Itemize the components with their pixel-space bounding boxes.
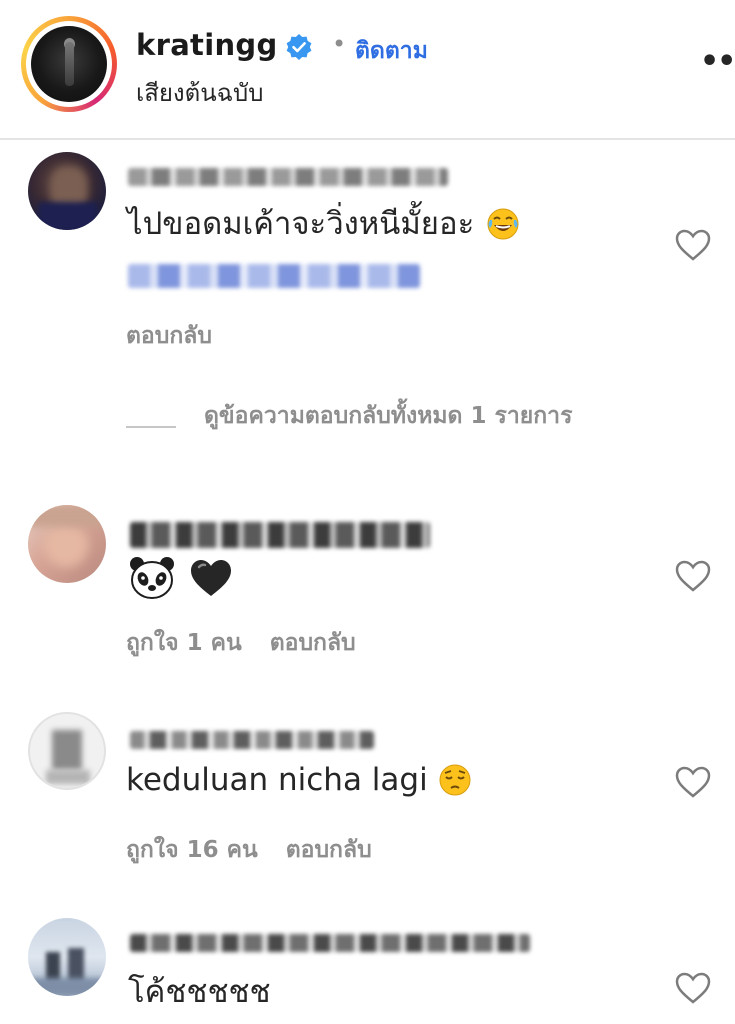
comment-text-body: ไปขอดมเค้าจะวิ่งหนีมั้ยอะ xyxy=(127,206,475,242)
author-avatar[interactable] xyxy=(21,16,117,112)
panda-emoji-icon xyxy=(130,557,174,599)
heart-outline-icon[interactable] xyxy=(674,559,712,593)
comment-meta: ถูกใจ 1 คน ตอบกลับ xyxy=(126,625,384,661)
tears-of-joy-emoji-icon xyxy=(487,208,519,239)
view-all-replies-button[interactable]: ดูข้อความตอบกลับทั้งหมด 1 รายการ xyxy=(204,397,644,435)
mention-link-blurred[interactable] xyxy=(128,264,420,288)
likes-count[interactable]: ถูกใจ 16 คน xyxy=(126,837,258,863)
commenter-username-blurred[interactable] xyxy=(130,731,374,749)
heart-outline-icon[interactable] xyxy=(674,971,712,1005)
heart-outline-icon[interactable] xyxy=(674,765,712,799)
avatar-figure-body xyxy=(65,42,74,86)
commenter-avatar[interactable] xyxy=(28,152,106,230)
commenter-username-blurred[interactable] xyxy=(130,934,530,952)
more-icon[interactable]: •• xyxy=(700,44,735,79)
comment-meta: ถูกใจ 16 คน ตอบกลับ xyxy=(126,832,400,868)
commenter-avatar[interactable] xyxy=(28,918,106,996)
commenter-username-blurred[interactable] xyxy=(130,522,430,548)
author-username[interactable]: kratingg xyxy=(136,28,278,62)
comment-text: โค้ชชชชช xyxy=(128,966,271,1016)
comment-text-body: keduluan nicha lagi xyxy=(126,762,428,798)
header-separator: • xyxy=(332,30,347,58)
black-heart-emoji-icon xyxy=(190,560,231,596)
verified-badge-icon xyxy=(286,34,312,60)
original-audio-link[interactable]: เสียงต้นฉบับ xyxy=(136,73,263,112)
comment-text xyxy=(128,555,234,601)
comment-text: ไปขอดมเค้าจะวิ่งหนีมั้ยอะ xyxy=(127,198,520,248)
reply-button[interactable]: ตอบกลับ xyxy=(126,323,212,349)
commenter-avatar[interactable] xyxy=(28,505,106,583)
commenter-avatar[interactable] xyxy=(28,712,106,790)
likes-count[interactable]: ถูกใจ 1 คน xyxy=(126,630,242,656)
pensive-face-emoji-icon xyxy=(439,764,471,795)
view-replies-line xyxy=(126,426,176,428)
reply-button[interactable]: ตอบกลับ xyxy=(270,630,356,656)
avatar-image xyxy=(31,26,107,102)
post-header: kratingg • ติดตาม เสียงต้นฉบับ •• xyxy=(0,0,735,140)
commenter-username-blurred[interactable] xyxy=(128,168,448,186)
follow-button[interactable]: ติดตาม xyxy=(355,33,428,69)
heart-outline-icon[interactable] xyxy=(674,228,712,262)
comment-text: keduluan nicha lagi xyxy=(126,762,472,798)
comment-text-body: โค้ชชชชช xyxy=(128,974,271,1010)
comment-meta: ตอบกลับ xyxy=(126,318,240,354)
reply-button[interactable]: ตอบกลับ xyxy=(286,837,372,863)
